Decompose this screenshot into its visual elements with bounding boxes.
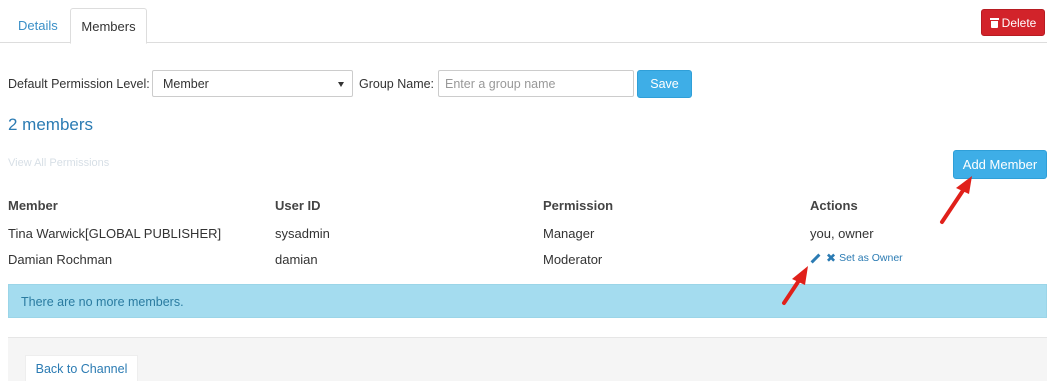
annotation-arrow [940, 176, 972, 224]
annotation-arrow [782, 266, 808, 305]
annotation-arrows [782, 176, 972, 305]
